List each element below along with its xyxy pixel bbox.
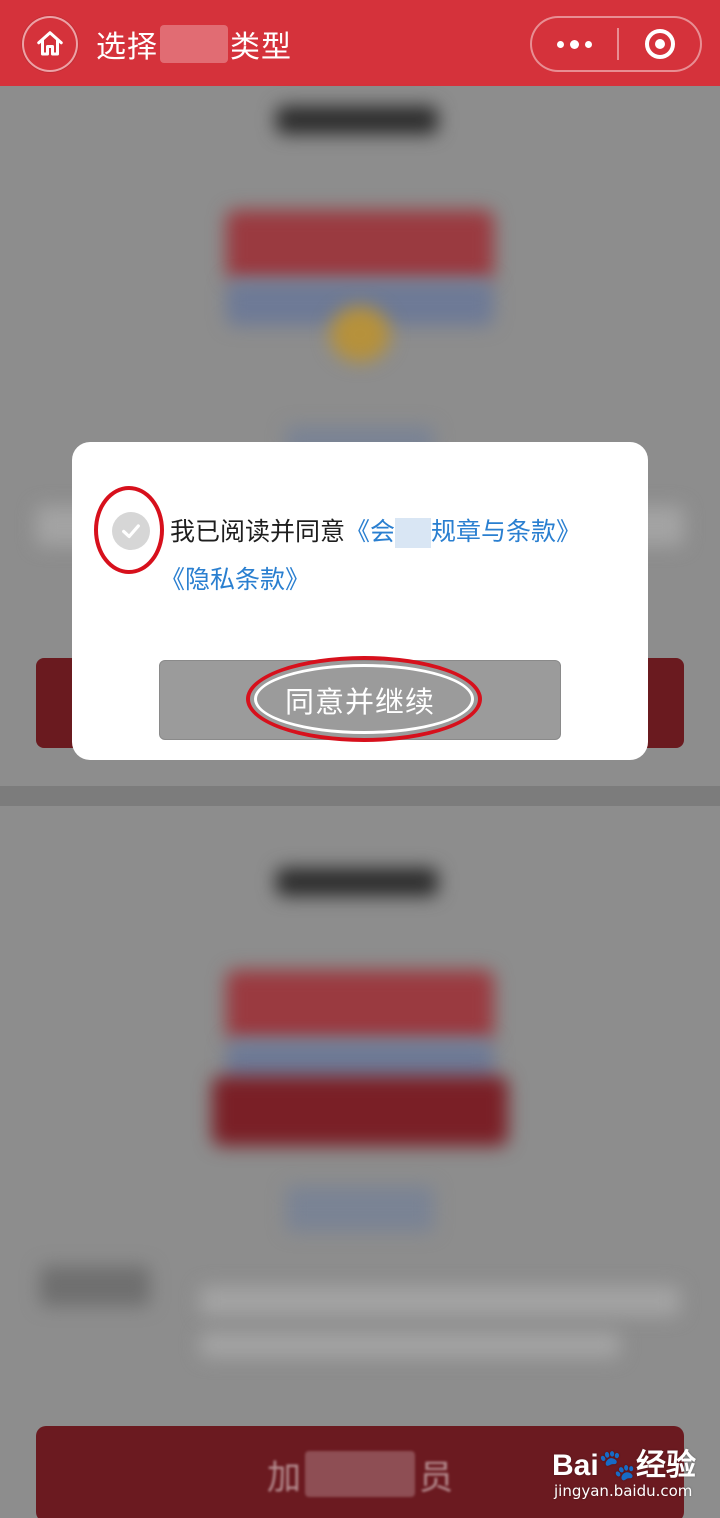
mini-program-capsule: [530, 16, 702, 72]
target-close-icon: [644, 29, 675, 59]
redacted-block: [305, 1451, 415, 1497]
watermark-brand: Bai🐾经验: [552, 1449, 697, 1482]
page-title-end: 类型: [230, 30, 292, 65]
redacted-block: [395, 518, 432, 548]
terms-link-start: 《会: [345, 517, 396, 546]
baidu-jingyan-watermark: Bai🐾经验 jingyan.baidu.com: [546, 1438, 716, 1504]
background-page-overlay: [0, 86, 720, 1518]
blurred-card-image: [226, 970, 494, 1040]
blurred-heading: [276, 868, 438, 896]
blurred-heading: [276, 106, 438, 134]
blurred-card-image: [226, 210, 494, 280]
top-nav-bar: 选择 类型: [0, 0, 720, 86]
blurred-row: [200, 1332, 620, 1358]
agreement-prefix: 我已阅读并同意: [170, 517, 346, 546]
terms-link-end: 规章与条款》: [431, 517, 582, 546]
blurred-row: [200, 1286, 680, 1316]
checkbox-highlight-circle: [94, 486, 164, 574]
watermark-url: jingyan.baidu.com: [554, 1482, 693, 1500]
agreement-dialog: 我已阅读并同意《会 规章与条款》 《隐私条款》 同意并继续: [72, 442, 648, 760]
join-member-label-end: 员: [419, 1457, 453, 1498]
redacted-block: [160, 25, 228, 63]
page-title: 选择 类型: [96, 22, 292, 66]
privacy-link[interactable]: 《隐私条款》: [160, 562, 310, 598]
blurred-card-emblem: [330, 306, 390, 362]
blurred-card-image: [212, 1076, 508, 1146]
agree-continue-label: 同意并继续: [284, 685, 435, 719]
more-button[interactable]: [532, 18, 617, 70]
more-dots-icon: [557, 39, 592, 49]
section-divider: [0, 786, 720, 806]
blurred-label: [286, 1186, 434, 1232]
close-button[interactable]: [619, 18, 700, 70]
agreement-text: 我已阅读并同意《会 规章与条款》: [170, 514, 581, 550]
home-icon: [37, 31, 63, 56]
page-title-start: 选择: [96, 30, 158, 65]
join-member-label-start: 加: [267, 1457, 301, 1498]
home-button[interactable]: [22, 16, 78, 72]
blurred-row: [40, 1266, 150, 1306]
terms-link[interactable]: 《会 规章与条款》: [345, 517, 582, 548]
join-member-label: 加 员: [267, 1450, 453, 1499]
